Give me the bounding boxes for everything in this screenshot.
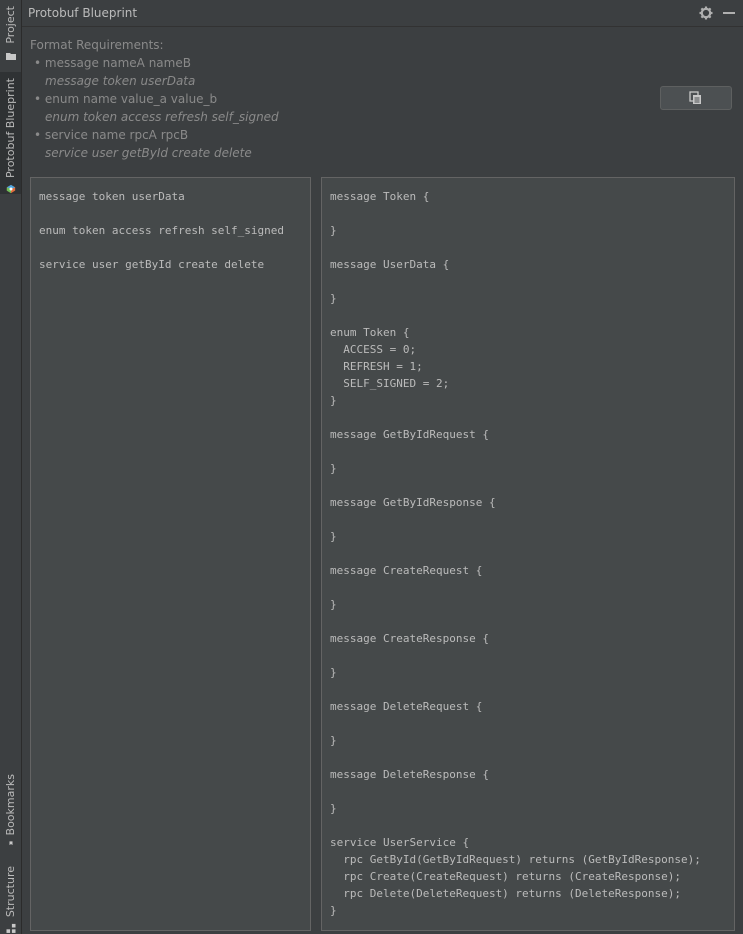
bookmark-icon [8, 841, 13, 846]
code-line: rpc Create(CreateRequest) returns (Creat… [330, 870, 681, 883]
code-line: } [330, 598, 337, 611]
code-line: rpc GetById(GetByIdRequest) returns (Get… [330, 853, 701, 866]
structure-icon [5, 924, 16, 934]
tool-window-title: Protobuf Blueprint [28, 6, 138, 20]
code-line: rpc Delete(DeleteRequest) returns (Delet… [330, 887, 681, 900]
requirements-title: Format Requirements: [30, 38, 164, 52]
code-line: } [330, 802, 337, 815]
copy-icon [689, 91, 701, 104]
sidebar-tab-project[interactable]: Project [0, 0, 21, 68]
requirement-enum: • enum name value_a value_b [34, 92, 218, 106]
gear-icon[interactable] [699, 6, 713, 20]
code-line: } [330, 666, 337, 679]
sidebar-tab-protobuf-blueprint[interactable]: Protobuf Blueprint [0, 72, 21, 194]
code-line: enum token access refresh self_signed [39, 224, 285, 237]
tool-window-sidebar: Project Protobuf Blueprint Bookmarks Str… [0, 0, 22, 934]
output-text-area[interactable]: message Token {} message UserData {} enum … [321, 177, 735, 931]
requirement-service-example: service user getById create delete [45, 146, 252, 160]
code-line: REFRESH = 1; [330, 360, 423, 373]
requirement-service: • service name rpcA rpcB [34, 128, 189, 142]
copy-button[interactable] [660, 86, 732, 110]
input-text-area[interactable]: message token userData enum token access … [30, 177, 311, 931]
sidebar-tab-bookmarks[interactable]: Bookmarks [0, 768, 21, 846]
code-line: } [330, 734, 337, 747]
code-line: } [330, 224, 337, 237]
sidebar-tab-label: Project [4, 6, 17, 44]
code-line: message CreateRequest { [330, 564, 483, 577]
sidebar-tab-structure[interactable]: Structure [0, 860, 21, 934]
code-line: message GetByIdRequest { [330, 428, 489, 441]
code-line: } [330, 292, 337, 305]
format-requirements: Format Requirements: • message nameA nam… [30, 36, 279, 162]
code-line: } [330, 462, 337, 475]
code-line: message DeleteRequest { [330, 700, 483, 713]
code-line: enum Token { [330, 326, 410, 339]
requirement-enum-example: enum token access refresh self_signed [45, 110, 279, 124]
code-line: service user getById create delete [39, 258, 265, 271]
code-line: message DeleteResponse { [330, 768, 489, 781]
code-line: } [330, 530, 337, 543]
code-line: SELF_SIGNED = 2; [330, 377, 450, 390]
sidebar-tab-label: Structure [4, 866, 17, 918]
code-line: service UserService { [330, 836, 470, 849]
requirement-message: • message nameA nameB [34, 56, 191, 70]
code-line: } [330, 904, 337, 917]
folder-icon [5, 52, 16, 60]
sidebar-tab-label: Protobuf Blueprint [4, 78, 17, 179]
code-line: message CreateResponse { [330, 632, 489, 645]
blueprint-icon [6, 184, 15, 194]
code-line: message Token { [330, 190, 430, 203]
minimize-icon[interactable] [723, 12, 735, 14]
code-line: message token userData [39, 190, 185, 203]
sidebar-tab-label: Bookmarks [4, 774, 17, 836]
code-line: message GetByIdResponse { [330, 496, 496, 509]
code-line: } [330, 394, 337, 407]
code-line: message UserData { [330, 258, 450, 271]
code-line: ACCESS = 0; [330, 343, 417, 356]
requirement-message-example: message token userData [45, 74, 196, 88]
tool-window-header: Protobuf Blueprint [22, 0, 743, 27]
